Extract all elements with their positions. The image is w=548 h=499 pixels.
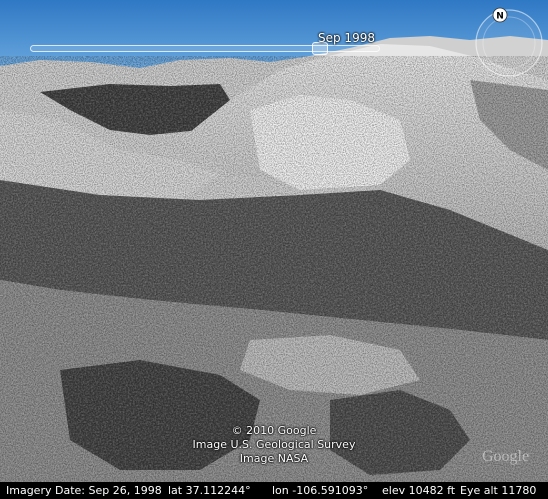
compass-north-label: N [496, 12, 504, 22]
latitude-readout: lat 37.112244° [168, 484, 251, 497]
imagery-credit-usgs: Image U.S. Geological Survey [192, 438, 356, 451]
longitude-readout: lon -106.591093° [272, 484, 369, 497]
map-viewport[interactable]: Sep 1998 N © 2010 Google Image U.S. Geol… [0, 0, 548, 499]
terrain-texture-light [0, 56, 548, 482]
elevation-readout: elev 10482 ft [382, 484, 456, 497]
google-logo: Google [482, 448, 530, 465]
status-bar: Imagery Date: Sep 26, 1998 lat 37.112244… [0, 482, 548, 499]
eye-altitude-readout: Eye alt 11780 [460, 484, 537, 497]
imagery-credit-nasa: Image NASA [239, 452, 309, 465]
copyright-text: © 2010 Google [231, 424, 317, 437]
time-slider-label: Sep 1998 [318, 31, 375, 45]
imagery-date: Imagery Date: Sep 26, 1998 [6, 484, 162, 497]
compass-control[interactable]: N [472, 6, 546, 80]
